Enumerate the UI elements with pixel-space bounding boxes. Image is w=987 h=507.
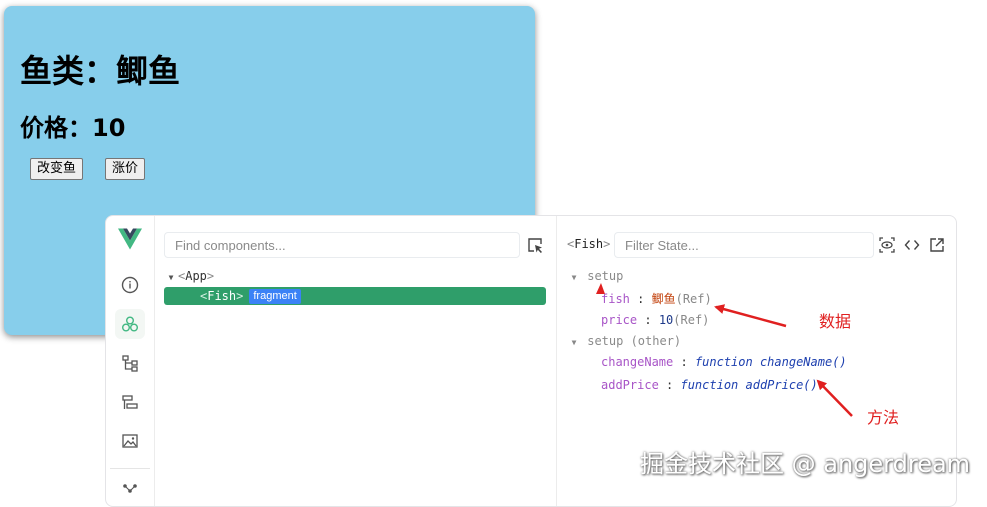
watermark: 掘金技术社区 @ angerdream (640, 450, 971, 478)
sidebar-divider (110, 468, 150, 469)
component-tree-pane: ▼<App> <Fish>fragment (154, 216, 557, 506)
fragment-badge: fragment (249, 289, 301, 304)
change-fish-button[interactable]: 改变鱼 (30, 158, 84, 180)
raise-price-button[interactable]: 涨价 (105, 158, 146, 180)
assets-icon[interactable] (115, 426, 145, 456)
setup-other-section-header[interactable]: ▼ setup (other) (568, 334, 682, 348)
filter-state-input[interactable] (614, 232, 874, 258)
info-icon[interactable] (115, 270, 145, 300)
tree-node-label: Fish (207, 289, 237, 303)
inspect-dom-icon[interactable] (879, 237, 895, 253)
setup-section-header[interactable]: ▼ setup (568, 269, 624, 283)
component-tree-icon[interactable] (115, 348, 145, 378)
expand-triangle-icon[interactable]: ▼ (164, 269, 178, 287)
tree-node-fish[interactable]: <Fish> fragment (164, 287, 546, 305)
open-external-icon[interactable] (929, 237, 945, 253)
data-annotation: 数据 (819, 312, 852, 331)
tree-node-label: App (185, 269, 207, 283)
fish-heading: 鱼类：鲫鱼 (20, 52, 181, 90)
state-prop-fish[interactable]: fish : 鲫鱼(Ref) (601, 290, 712, 307)
state-prop-price[interactable]: price : 10(Ref) (601, 313, 709, 327)
state-func-addprice[interactable]: addPrice : function addPrice() (601, 378, 818, 392)
component-search-input[interactable] (164, 232, 520, 258)
vue-logo-icon (118, 228, 142, 250)
selected-component-title: <Fish> (567, 237, 611, 251)
price-heading: 价格：10 (20, 114, 126, 142)
graph-icon[interactable] (115, 476, 145, 506)
components-icon[interactable] (115, 309, 145, 339)
timeline-icon[interactable] (115, 387, 145, 417)
select-component-icon[interactable] (526, 236, 544, 254)
devtools-sidebar (106, 216, 155, 506)
tree-node-app[interactable]: ▼ <App> (164, 267, 546, 285)
method-annotation: 方法 (867, 408, 900, 427)
state-func-changename[interactable]: changeName : function changeName() (601, 355, 847, 369)
code-icon[interactable] (904, 237, 920, 253)
